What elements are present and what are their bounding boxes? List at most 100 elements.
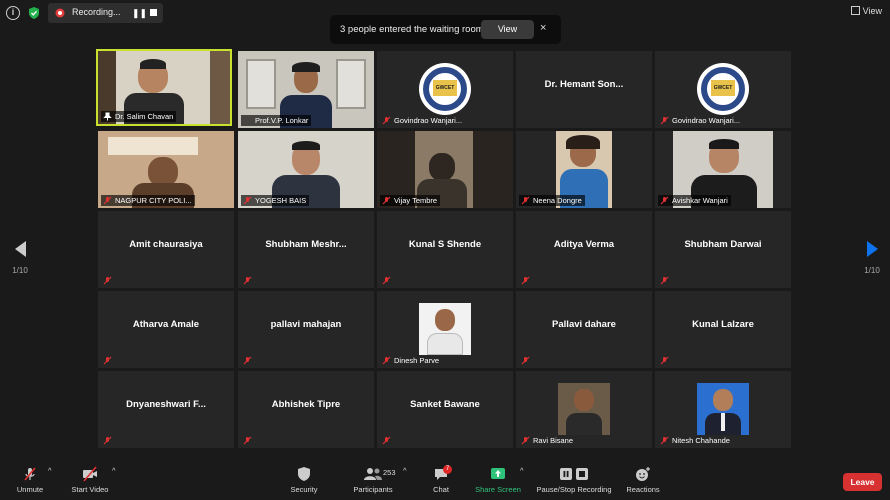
muted-mic-icon [103, 276, 112, 285]
participant-tile[interactable]: Dr. Salim Chavan [96, 49, 232, 126]
participant-tile[interactable]: Dr. Hemant Son... [516, 51, 652, 128]
share-options-caret[interactable]: ^ [520, 466, 524, 475]
previous-page-nav[interactable]: 1/10 [0, 241, 40, 275]
close-icon[interactable]: × [540, 22, 546, 34]
share-screen-icon [491, 468, 505, 479]
muted-mic-icon [103, 356, 112, 365]
participant-name-label: Neena Dongre [519, 195, 585, 206]
muted-mic-icon [382, 436, 391, 445]
security-label: Security [290, 485, 318, 494]
participant-tile[interactable]: Shubham Darwai [655, 211, 791, 288]
participant-tile[interactable]: Dinesh Parve [377, 291, 513, 368]
view-layout-button[interactable]: View [850, 6, 882, 16]
participant-tile[interactable]: NAGPUR CITY POLI... [98, 131, 234, 208]
pause-stop-recording-label: Pause/Stop Recording [536, 485, 612, 494]
participant-name: Atharva Amale [132, 319, 200, 330]
reactions-button[interactable]: Reactions [623, 466, 663, 494]
participant-name: Dnyaneshwari F... [126, 399, 206, 410]
leave-button[interactable]: Leave [843, 473, 882, 491]
waiting-room-view-button[interactable]: View [481, 20, 534, 39]
muted-mic-icon [382, 356, 391, 365]
share-screen-label: Share Screen [475, 485, 521, 494]
participant-tile[interactable]: Nitesh Chahande [655, 371, 791, 448]
participant-tile[interactable]: GWCET Govindrao Wanjari... [655, 51, 791, 128]
muted-mic-icon [660, 196, 669, 205]
participant-tile[interactable]: Amit chaurasiya [98, 211, 234, 288]
muted-mic-icon [521, 276, 530, 285]
participant-tile[interactable]: Shubham Meshr... [238, 211, 374, 288]
view-label: View [862, 6, 882, 16]
share-screen-button[interactable]: Share Screen [472, 466, 524, 494]
pause-stop-icon [560, 468, 588, 480]
muted-mic-icon [382, 196, 391, 205]
participant-name-label [101, 355, 118, 366]
participant-name-label [519, 355, 536, 366]
college-logo-image: GWCET [419, 63, 471, 115]
shield-icon [298, 467, 310, 481]
participant-tile[interactable]: Prof.V.P. Lonkar [238, 51, 374, 128]
participant-tile[interactable]: Vijay Tembre [377, 131, 513, 208]
pin-icon [103, 112, 112, 121]
participant-name-label [101, 275, 118, 286]
recording-label: Recording... [72, 7, 121, 17]
participant-tile[interactable]: Atharva Amale [98, 291, 234, 368]
profile-photo [419, 303, 471, 355]
participant-tile[interactable]: Avishkar Wanjari [655, 131, 791, 208]
participant-name-label [519, 275, 536, 286]
muted-mic-icon [382, 276, 391, 285]
encryption-shield-icon[interactable] [27, 6, 41, 20]
participant-tile[interactable]: pallavi mahajan [238, 291, 374, 368]
stop-recording-button[interactable] [150, 9, 157, 16]
unmute-button[interactable]: Unmute [12, 466, 48, 494]
participant-name: Kunal S Shende [408, 239, 482, 250]
participant-tile[interactable]: Pallavi dahare [516, 291, 652, 368]
page-indicator-left: 1/10 [12, 266, 28, 275]
participant-tile[interactable]: YOGESH BAIS [238, 131, 374, 208]
participant-name-label [658, 275, 675, 286]
participant-name-label [658, 355, 675, 366]
chevron-left-icon[interactable] [14, 241, 26, 257]
participant-tile[interactable]: Abhishek Tipre [238, 371, 374, 448]
muted-mic-icon [660, 356, 669, 365]
pause-recording-button[interactable]: ❚❚ [132, 8, 147, 19]
muted-mic-icon [660, 276, 669, 285]
participant-tile[interactable]: GWCET Govindrao Wanjari... [377, 51, 513, 128]
participant-name-label: YOGESH BAIS [241, 195, 310, 206]
muted-mic-icon [382, 116, 391, 125]
info-icon[interactable]: i [6, 6, 20, 20]
participant-name: Kunal Lalzare [692, 319, 754, 330]
start-video-button[interactable]: Start Video [68, 466, 112, 494]
smiley-plus-icon [636, 467, 650, 481]
participant-tile[interactable]: Kunal Lalzare [655, 291, 791, 368]
participant-name: Dr. Hemant Son... [544, 79, 624, 90]
participant-tile[interactable]: Ravi Bisane [516, 371, 652, 448]
participant-name-label: Avishkar Wanjari [658, 195, 731, 206]
muted-mic-icon [103, 196, 112, 205]
participant-tile[interactable]: Neena Dongre [516, 131, 652, 208]
participant-name-label: Nitesh Chahande [658, 435, 733, 446]
waiting-room-text: 3 people entered the waiting room [340, 24, 484, 35]
participant-name: Aditya Verma [553, 239, 615, 250]
participants-options-caret[interactable]: ^ [403, 466, 407, 475]
chevron-right-icon[interactable] [866, 241, 878, 257]
chat-label: Chat [433, 485, 449, 494]
start-video-label: Start Video [71, 485, 109, 494]
participant-name-label: Govindrao Wanjari... [658, 115, 743, 126]
security-button[interactable]: Security [286, 466, 322, 494]
participant-tile[interactable]: Dnyaneshwari F... [98, 371, 234, 448]
participant-name: pallavi mahajan [270, 319, 342, 330]
recording-indicator: Recording... ❚❚ [48, 3, 163, 23]
participant-tile[interactable]: Kunal S Shende [377, 211, 513, 288]
participant-count: 253 [383, 468, 396, 477]
cloud-recording-icon [55, 8, 65, 18]
video-options-caret[interactable]: ^ [112, 466, 116, 475]
next-page-nav[interactable]: 1/10 [852, 241, 890, 275]
participant-name: Shubham Darwai [684, 239, 762, 250]
muted-mic-icon [243, 276, 252, 285]
participant-name-label [380, 275, 397, 286]
pause-stop-recording-button[interactable]: Pause/Stop Recording [533, 466, 615, 494]
audio-options-caret[interactable]: ^ [48, 466, 52, 475]
participant-tile[interactable]: Sanket Bawane [377, 371, 513, 448]
participant-tile[interactable]: Aditya Verma [516, 211, 652, 288]
muted-mic-icon [521, 436, 530, 445]
